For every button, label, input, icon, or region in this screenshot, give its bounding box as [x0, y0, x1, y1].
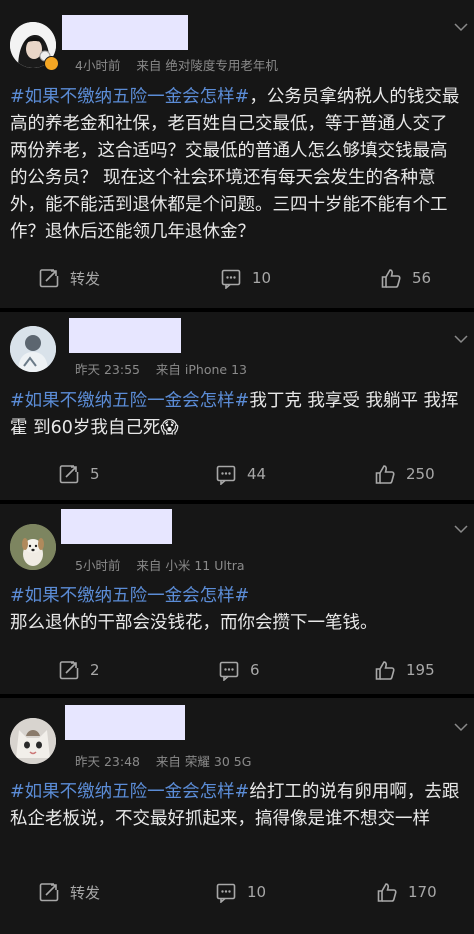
avatar[interactable]: [10, 524, 56, 570]
post-meta: 昨天 23:48 来自 荣耀 30 5G: [75, 751, 251, 770]
post-card: 5小时前 来自 小米 11 Ultra #如果不缴纳五险一金会怎样# 那么退休的…: [0, 504, 474, 694]
hashtag-link[interactable]: #如果不缴纳五险一金会怎样#: [10, 87, 249, 107]
source-prefix: 来自: [155, 362, 181, 377]
repost-icon: [39, 269, 59, 288]
thumbs-up-icon: [377, 883, 397, 902]
comment-button[interactable]: 6: [218, 658, 260, 682]
username-redacted[interactable]: [62, 15, 188, 50]
post-text: 那么退休的干部会没钱花，而你会攒下一笔钱。: [10, 613, 378, 633]
post-card: 昨天 23:55 来自 iPhone 13 #如果不缴纳五险一金会怎样#我丁克 …: [0, 312, 474, 500]
post-time: 5小时前: [75, 558, 121, 573]
repost-count: 5: [90, 465, 100, 483]
thumbs-up-icon: [381, 269, 401, 288]
repost-count: 2: [90, 661, 100, 679]
username-redacted[interactable]: [65, 705, 185, 740]
source-prefix: 来自: [136, 58, 162, 73]
post-actions: 2 6 195: [0, 658, 474, 682]
post-actions: 5 44 250: [0, 462, 474, 486]
avatar[interactable]: [10, 326, 56, 372]
repost-label: 转发: [70, 883, 101, 902]
like-count: 195: [406, 661, 435, 679]
comment-icon: [221, 269, 241, 289]
comment-icon: [216, 883, 236, 903]
comment-count: 10: [252, 269, 272, 287]
thumbs-up-icon: [375, 465, 395, 484]
username-redacted[interactable]: [61, 509, 172, 544]
comment-count: 44: [247, 465, 267, 483]
post-body: #如果不缴纳五险一金会怎样#我丁克 我享受 我躺平 我挥霍 到60岁我自己死😱: [10, 388, 462, 442]
comment-count: 10: [247, 883, 267, 901]
source-prefix: 来自: [155, 754, 181, 769]
post-card: 4小时前 来自 绝对陵度专用老年机 #如果不缴纳五险一金会怎样#，公务员拿纳税人…: [0, 0, 474, 308]
post-source[interactable]: iPhone 13: [185, 362, 247, 377]
repost-icon: [59, 661, 79, 680]
comment-count: 6: [250, 661, 260, 679]
repost-button[interactable]: 5: [58, 462, 100, 486]
repost-icon: [59, 465, 79, 484]
hashtag-link[interactable]: #如果不缴纳五险一金会怎样#: [10, 586, 249, 606]
like-count: 56: [412, 269, 432, 287]
post-meta: 昨天 23:55 来自 iPhone 13: [75, 359, 247, 378]
verified-badge-icon: [44, 56, 59, 71]
comment-icon: [216, 465, 236, 485]
comment-icon: [219, 661, 239, 681]
post-actions: 转发 10 56: [0, 266, 474, 290]
post-card: 昨天 23:48 来自 荣耀 30 5G #如果不缴纳五险一金会怎样#给打工的说…: [0, 698, 474, 934]
username-redacted[interactable]: [69, 318, 181, 353]
chevron-down-icon[interactable]: [454, 722, 468, 732]
comment-button[interactable]: 44: [215, 462, 266, 486]
repost-label: 转发: [70, 269, 101, 288]
post-body: #如果不缴纳五险一金会怎样#，公务员拿纳税人的钱交最高的养老金和社保，老百姓自己…: [10, 84, 462, 246]
like-button[interactable]: 56: [380, 266, 431, 290]
comment-button[interactable]: 10: [215, 880, 266, 904]
comment-button[interactable]: 10: [220, 266, 271, 290]
avatar[interactable]: [10, 718, 56, 764]
chevron-down-icon[interactable]: [454, 334, 468, 344]
like-button[interactable]: 170: [376, 880, 437, 904]
post-source[interactable]: 小米 11 Ultra: [165, 558, 244, 573]
repost-button[interactable]: 2: [58, 658, 100, 682]
post-body: #如果不缴纳五险一金会怎样#给打工的说有卵用啊，去跟私企老板说，不交最好抓起来，…: [10, 779, 462, 833]
post-text: ，公务员拿纳税人的钱交最高的养老金和社保，老百姓自己交最低，等于普通人交了两份养…: [10, 87, 460, 242]
post-body: #如果不缴纳五险一金会怎样# 那么退休的干部会没钱花，而你会攒下一笔钱。: [10, 583, 462, 637]
post-actions: 转发 10 170: [0, 880, 474, 904]
post-time: 4小时前: [75, 58, 121, 73]
post-source[interactable]: 荣耀 30 5G: [185, 754, 252, 769]
repost-icon: [39, 883, 59, 902]
hashtag-link[interactable]: #如果不缴纳五险一金会怎样#: [10, 391, 249, 411]
post-time: 昨天 23:55: [75, 362, 140, 377]
post-time: 昨天 23:48: [75, 754, 140, 769]
like-button[interactable]: 250: [374, 462, 435, 486]
post-source[interactable]: 绝对陵度专用老年机: [165, 58, 278, 73]
like-count: 170: [408, 883, 437, 901]
thumbs-up-icon: [375, 661, 395, 680]
like-button[interactable]: 195: [374, 658, 435, 682]
chevron-down-icon[interactable]: [454, 22, 468, 32]
comment-feed: 4小时前 来自 绝对陵度专用老年机 #如果不缴纳五险一金会怎样#，公务员拿纳税人…: [0, 0, 474, 934]
repost-button[interactable]: 转发: [38, 880, 100, 904]
hashtag-link[interactable]: #如果不缴纳五险一金会怎样#: [10, 782, 249, 802]
post-meta: 5小时前 来自 小米 11 Ultra: [75, 555, 245, 574]
chevron-down-icon[interactable]: [454, 524, 468, 534]
post-meta: 4小时前 来自 绝对陵度专用老年机: [75, 55, 278, 74]
repost-button[interactable]: 转发: [38, 266, 100, 290]
like-count: 250: [406, 465, 435, 483]
source-prefix: 来自: [136, 558, 162, 573]
